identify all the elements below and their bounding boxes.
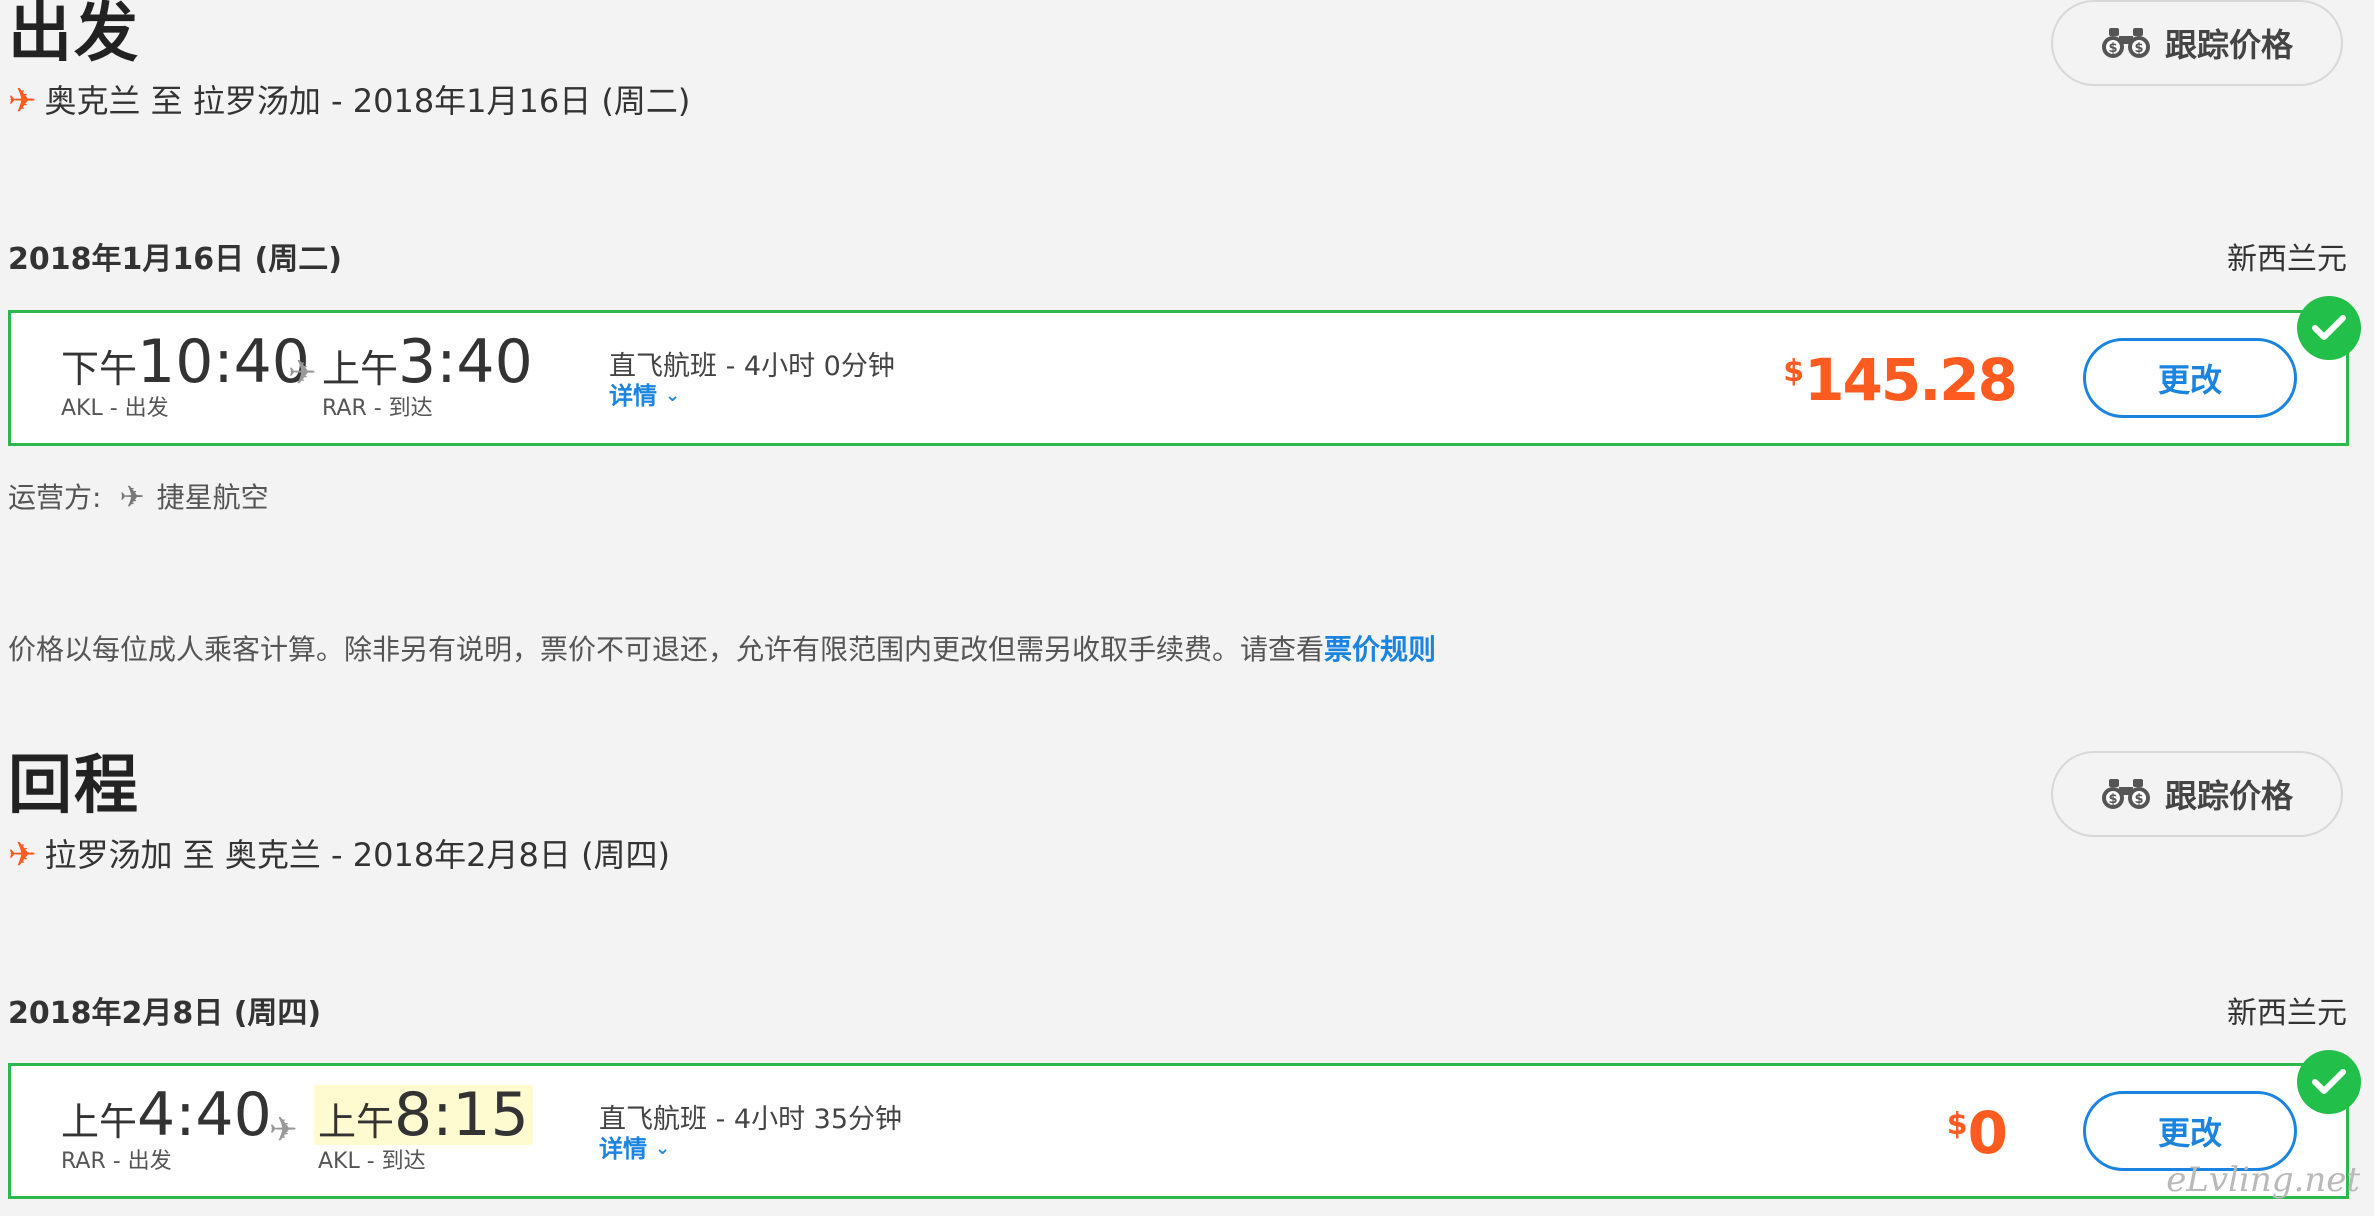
price-amount: 0 xyxy=(1967,1099,2008,1167)
chevron-down-icon: ⌄ xyxy=(655,1138,671,1159)
arrival-block: 上午8:15 AKL - 到达 xyxy=(314,1085,533,1173)
return-date: 2018年2月8日 (周四) xyxy=(8,996,322,1031)
details-link[interactable]: 详情 ⌄ xyxy=(609,384,895,408)
plane-icon: ✈ xyxy=(8,81,37,121)
departure-time: 4:40 xyxy=(137,1080,272,1150)
return-flight-card[interactable]: 上午4:40 RAR - 出发 ✈ 上午8:15 AKL - 到达 直飞航班 -… xyxy=(8,1063,2349,1199)
svg-text:$: $ xyxy=(2108,792,2117,807)
outbound-price: $145.28 xyxy=(1783,351,2018,409)
arrival-period: 上午 xyxy=(322,347,399,391)
fare-notice-text: 价格以每位成人乘客计算。除非另有说明，票价不可退还，允许有限范围内更改但需另收取… xyxy=(8,633,1325,666)
return-heading: 回程 xyxy=(8,749,140,823)
return-route-text: 拉罗汤加 至 奥克兰 - 2018年2月8日 (周四) xyxy=(44,836,671,874)
track-price-button[interactable]: $ $ 跟踪价格 xyxy=(2051,0,2343,86)
watermark: eLvling.net xyxy=(2166,1160,2360,1200)
change-button[interactable]: 更改 xyxy=(2083,338,2297,418)
outbound-flight-card[interactable]: 下午10:40 AKL - 出发 ✈ 上午3:40 RAR - 到达 直飞航班 … xyxy=(8,310,2349,446)
binoculars-icon: $ $ xyxy=(2101,28,2150,58)
svg-text:$: $ xyxy=(2108,41,2117,56)
departure-block: 上午4:40 RAR - 出发 xyxy=(61,1085,272,1173)
outbound-route-text: 奥克兰 至 拉罗汤加 - 2018年1月16日 (周二) xyxy=(44,82,691,120)
outbound-date: 2018年1月16日 (周二) xyxy=(8,242,342,277)
outbound-heading: 出发 xyxy=(8,0,140,71)
chevron-down-icon: ⌄ xyxy=(665,385,681,406)
operator-label: 运营方: xyxy=(8,481,102,514)
arrow-icon: ✈ xyxy=(288,353,317,393)
operator-row: 运营方: ✈ 捷星航空 xyxy=(8,483,269,513)
outbound-currency: 新西兰元 xyxy=(2227,242,2347,277)
departure-airport: AKL - 出发 xyxy=(61,396,169,421)
selected-check-icon xyxy=(2297,296,2361,360)
selected-check-icon xyxy=(2297,1050,2361,1114)
return-route: ✈ 拉罗汤加 至 奥克兰 - 2018年2月8日 (周四) xyxy=(8,838,670,872)
arrival-time: 8:15 xyxy=(394,1080,529,1150)
arrival-block: 上午3:40 RAR - 到达 xyxy=(322,332,533,420)
flight-info-block: 直飞航班 - 4小时 0分钟 详情 ⌄ xyxy=(609,353,895,408)
price-currency-symbol: $ xyxy=(1946,1107,1968,1142)
operator-name: 捷星航空 xyxy=(156,481,269,514)
arrival-time: 3:40 xyxy=(398,327,533,397)
fare-notice: 价格以每位成人乘客计算。除非另有说明，票价不可退还，允许有限范围内更改但需另收取… xyxy=(8,636,1436,664)
details-link[interactable]: 详情 ⌄ xyxy=(599,1137,902,1161)
plane-outline-icon: ✈ xyxy=(119,480,145,515)
return-currency: 新西兰元 xyxy=(2227,996,2347,1031)
svg-text:$: $ xyxy=(2134,41,2143,56)
arrival-airport: AKL - 到达 xyxy=(318,1149,426,1174)
arrival-airport: RAR - 到达 xyxy=(322,396,433,421)
details-label: 详情 xyxy=(609,382,657,410)
departure-time: 10:40 xyxy=(137,327,310,397)
price-amount: 145.28 xyxy=(1804,346,2018,414)
arrival-highlight: 上午8:15 xyxy=(314,1085,533,1145)
track-price-button[interactable]: $ $ 跟踪价格 xyxy=(2051,751,2343,837)
flight-info-block: 直飞航班 - 4小时 35分钟 详情 ⌄ xyxy=(599,1106,902,1161)
return-price: $0 xyxy=(1946,1104,2008,1162)
track-price-label: 跟踪价格 xyxy=(2164,26,2293,64)
track-price-label: 跟踪价格 xyxy=(2164,777,2293,815)
change-button[interactable]: 更改 xyxy=(2083,1091,2297,1171)
arrow-icon: ✈ xyxy=(269,1110,298,1150)
fare-rules-link[interactable]: 票价规则 xyxy=(1324,633,1436,666)
flight-type: 直飞航班 - 4小时 0分钟 xyxy=(609,351,895,382)
svg-text:$: $ xyxy=(2134,792,2143,807)
arrival-period: 上午 xyxy=(318,1100,395,1144)
price-currency-symbol: $ xyxy=(1783,354,1805,389)
departure-airport: RAR - 出发 xyxy=(61,1149,172,1174)
departure-block: 下午10:40 AKL - 出发 xyxy=(61,332,310,420)
plane-icon: ✈ xyxy=(8,835,37,875)
details-label: 详情 xyxy=(599,1135,647,1163)
departure-period: 下午 xyxy=(61,347,138,391)
outbound-route: ✈ 奥克兰 至 拉罗汤加 - 2018年1月16日 (周二) xyxy=(8,84,690,118)
binoculars-icon: $ $ xyxy=(2101,779,2150,809)
departure-period: 上午 xyxy=(61,1100,138,1144)
flight-type: 直飞航班 - 4小时 35分钟 xyxy=(599,1104,903,1135)
